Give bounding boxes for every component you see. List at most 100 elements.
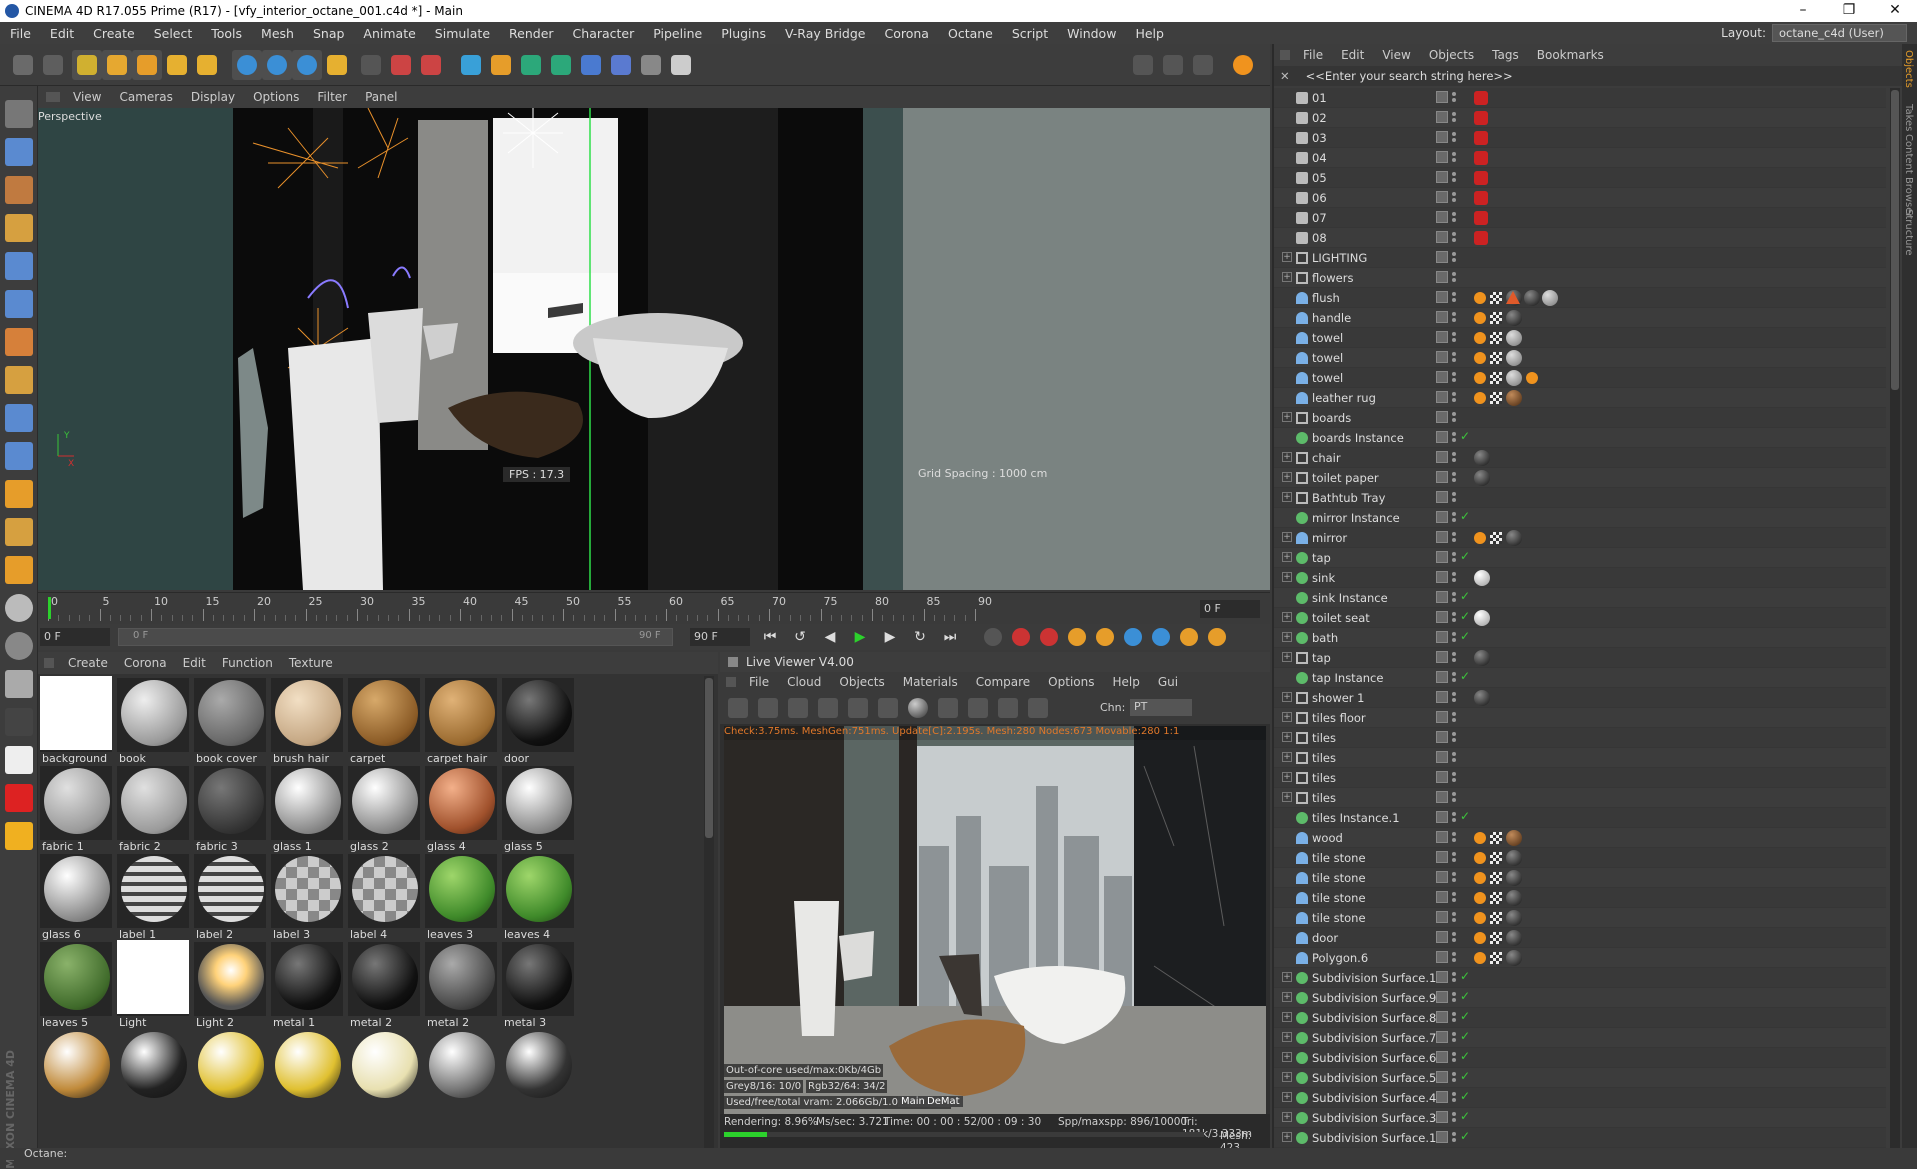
texture-tag-icon[interactable] — [1490, 292, 1502, 304]
material-tag-icon[interactable] — [1506, 910, 1522, 926]
object-search-bar[interactable]: ✕ <<Enter your search string here>> — [1274, 66, 1904, 86]
layer-icon[interactable] — [1436, 191, 1448, 203]
editor-visibility-dot[interactable] — [1452, 712, 1456, 716]
render-visibility-dot[interactable] — [1452, 1138, 1456, 1142]
layer-icon[interactable] — [1436, 411, 1448, 423]
material-swatch[interactable]: glass 5 — [502, 764, 576, 866]
object-name[interactable]: boards Instance — [1312, 431, 1404, 445]
object-row[interactable]: + tap — [1274, 648, 1886, 668]
object-menu-view[interactable]: View — [1373, 48, 1419, 62]
enabled-check-icon[interactable]: ✓ — [1460, 609, 1470, 623]
texture-mode-icon[interactable] — [5, 176, 33, 204]
coord-button[interactable] — [322, 50, 352, 80]
editor-visibility-dot[interactable] — [1452, 652, 1456, 656]
param-key-icon[interactable] — [1152, 628, 1170, 646]
next-frame-icon[interactable]: ▶ — [878, 626, 902, 648]
menu-edit[interactable]: Edit — [40, 26, 83, 41]
material-tag-icon[interactable] — [1524, 290, 1540, 306]
layer-icon[interactable] — [1436, 271, 1448, 283]
render-visibility-dot[interactable] — [1452, 218, 1456, 222]
render-visibility-dot[interactable] — [1452, 158, 1456, 162]
array-button[interactable] — [546, 50, 576, 80]
layer-icon[interactable] — [1436, 991, 1448, 1003]
layer-icon[interactable] — [1436, 351, 1448, 363]
editor-visibility-dot[interactable] — [1452, 452, 1456, 456]
editor-visibility-dot[interactable] — [1452, 772, 1456, 776]
layer-icon[interactable] — [1436, 131, 1448, 143]
material-swatch[interactable]: label 2 — [194, 852, 268, 954]
object-row[interactable]: + Subdivision Surface.9 ✓ — [1274, 988, 1886, 1008]
current-frame-field[interactable]: 0 F — [1200, 600, 1260, 618]
octane-camera-tag-icon[interactable] — [1474, 131, 1488, 145]
menu-animate[interactable]: Animate — [353, 26, 424, 41]
render-visibility-dot[interactable] — [1452, 98, 1456, 102]
render-visibility-dot[interactable] — [1452, 1038, 1456, 1042]
uvw-tag-icon[interactable] — [1474, 892, 1486, 904]
layer-icon[interactable] — [1436, 471, 1448, 483]
material-menu-corona[interactable]: Corona — [116, 656, 175, 670]
sphere2-icon[interactable] — [5, 632, 33, 660]
render-visibility-dot[interactable] — [1452, 1098, 1456, 1102]
clay-icon[interactable] — [938, 698, 958, 718]
pick-focus-icon[interactable] — [998, 698, 1018, 718]
material-swatch[interactable]: background — [40, 676, 114, 778]
soft-selection-icon[interactable] — [5, 442, 33, 470]
render-visibility-dot[interactable] — [1452, 578, 1456, 582]
editor-visibility-dot[interactable] — [1452, 432, 1456, 436]
material-tag-icon[interactable] — [1506, 850, 1522, 866]
octane-camera-icon[interactable] — [5, 784, 33, 812]
render-visibility-dot[interactable] — [1452, 138, 1456, 142]
cube-button[interactable] — [456, 50, 486, 80]
object-row[interactable]: + Subdivision Surface.4 ✓ — [1274, 1088, 1886, 1108]
object-row[interactable]: + tiles floor — [1274, 708, 1886, 728]
close-button[interactable]: ✕ — [1872, 0, 1917, 22]
menu-file[interactable]: File — [0, 26, 40, 41]
material-swatch[interactable]: glass 6 — [40, 852, 114, 954]
octane-camera-tag-icon[interactable] — [1474, 211, 1488, 225]
render-visibility-dot[interactable] — [1452, 238, 1456, 242]
render-visibility-dot[interactable] — [1452, 1118, 1456, 1122]
expand-toggle-icon[interactable]: + — [1282, 652, 1292, 662]
layer-icon[interactable] — [1436, 851, 1448, 863]
material-menu-edit[interactable]: Edit — [175, 656, 214, 670]
render-visibility-dot[interactable] — [1452, 378, 1456, 382]
render-view-button[interactable] — [356, 50, 386, 80]
uvw-tag-icon[interactable] — [1474, 332, 1486, 344]
object-name[interactable]: Bathtub Tray — [1312, 491, 1385, 505]
object-row[interactable]: 06 — [1274, 188, 1886, 208]
object-row[interactable]: + mirror — [1274, 528, 1886, 548]
render-visibility-dot[interactable] — [1452, 558, 1456, 562]
object-name[interactable]: shower 1 — [1312, 691, 1365, 705]
editor-visibility-dot[interactable] — [1452, 212, 1456, 216]
enabled-check-icon[interactable]: ✓ — [1460, 1109, 1470, 1123]
enabled-check-icon[interactable]: ✓ — [1460, 1029, 1470, 1043]
layer-icon[interactable] — [1436, 811, 1448, 823]
object-row[interactable]: handle — [1274, 308, 1886, 328]
menu-corona[interactable]: Corona — [875, 26, 938, 41]
spline-pen-button[interactable] — [486, 50, 516, 80]
octane-camera-tag-icon[interactable] — [1474, 91, 1488, 105]
editor-visibility-dot[interactable] — [1452, 112, 1456, 116]
texture-tag-icon[interactable] — [1490, 312, 1502, 324]
enabled-check-icon[interactable]: ✓ — [1460, 589, 1470, 603]
spline-button[interactable] — [1158, 50, 1188, 80]
object-row[interactable]: + boards — [1274, 408, 1886, 428]
object-name[interactable]: toilet seat — [1312, 611, 1370, 625]
material-swatch[interactable] — [425, 1028, 499, 1130]
workplane-icon[interactable] — [5, 214, 33, 242]
menu-snap[interactable]: Snap — [303, 26, 353, 41]
redo-button[interactable] — [38, 50, 68, 80]
object-name[interactable]: 01 — [1312, 91, 1327, 105]
editor-visibility-dot[interactable] — [1452, 532, 1456, 536]
material-menu-texture[interactable]: Texture — [281, 656, 341, 670]
texture-tag-icon[interactable] — [1490, 532, 1502, 544]
material-swatch[interactable]: label 1 — [117, 852, 191, 954]
layer-icon[interactable] — [1436, 531, 1448, 543]
texture-tag-icon[interactable] — [1490, 892, 1502, 904]
right-tab-content-browser[interactable]: Content Browser — [1903, 134, 1914, 217]
render-visibility-dot[interactable] — [1452, 778, 1456, 782]
object-row[interactable]: + LIGHTING — [1274, 248, 1886, 268]
object-row[interactable]: 03 — [1274, 128, 1886, 148]
object-name[interactable]: mirror Instance — [1312, 511, 1400, 525]
render-visibility-dot[interactable] — [1452, 258, 1456, 262]
